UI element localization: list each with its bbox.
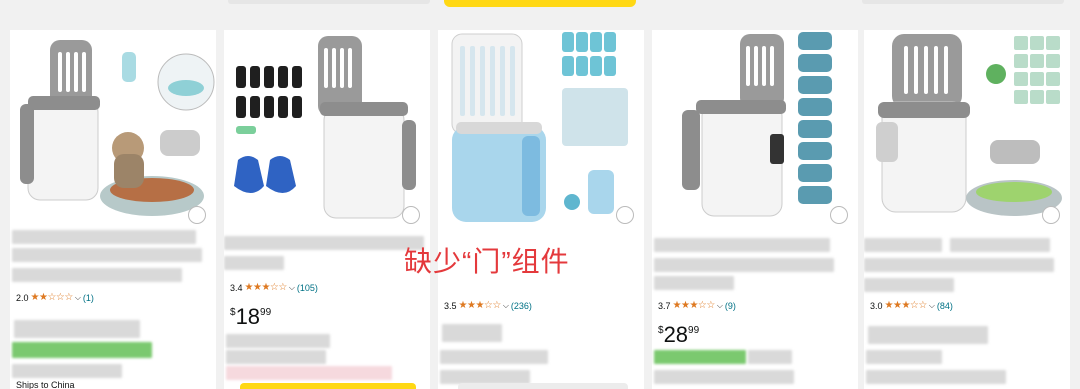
- title-line: [654, 276, 734, 290]
- title-line: [950, 238, 1050, 252]
- star-icons: ★★★☆☆: [458, 300, 502, 311]
- chevron-down-icon[interactable]: ⌵: [503, 301, 509, 311]
- review-count[interactable]: (1): [83, 293, 94, 303]
- ships-to-text: Ships to China: [16, 380, 75, 389]
- rating-row[interactable]: 3.7 ★★★☆☆ ⌵ (9): [658, 300, 736, 311]
- price: $ 18 99: [230, 304, 271, 330]
- scoop-with-bags-illustration: [876, 34, 1062, 216]
- title-line: [654, 238, 830, 252]
- rating-value: 3.0: [870, 300, 883, 311]
- deal-text: [748, 350, 792, 364]
- missing-component-annotation: 缺少“门”组件: [404, 246, 570, 277]
- title-line: [12, 248, 202, 262]
- rating-value: 3.5: [444, 300, 457, 311]
- product-card-3[interactable]: 3.5 ★★★☆☆ ⌵ (236): [438, 30, 644, 389]
- delivery-line: [226, 334, 330, 348]
- top-strip-left: [228, 0, 430, 4]
- review-count[interactable]: (236): [511, 301, 532, 311]
- scoop-with-bag-rolls-illustration: [682, 32, 832, 217]
- add-to-cart-button-top[interactable]: [444, 0, 636, 7]
- star-icons: ★★☆☆☆: [30, 292, 74, 303]
- product-image-4[interactable]: [652, 30, 858, 226]
- review-count[interactable]: (84): [937, 301, 953, 311]
- select-circle[interactable]: [830, 206, 848, 224]
- rating-row[interactable]: 3.5 ★★★☆☆ ⌵ (236): [444, 300, 532, 311]
- select-circle[interactable]: [188, 206, 206, 224]
- rating-value: 3.4: [230, 282, 243, 293]
- product-image-1[interactable]: [10, 30, 216, 226]
- delivery-line: [866, 370, 1006, 384]
- product-card-5[interactable]: 3.0 ★★★☆☆ ⌵ (84): [864, 30, 1070, 389]
- select-circle[interactable]: [616, 206, 634, 224]
- top-strip-right: [862, 0, 1064, 4]
- add-to-cart-button[interactable]: [240, 383, 416, 389]
- scoop-with-gloves-illustration: [234, 36, 416, 219]
- title-line: [864, 238, 942, 252]
- delivery-line: [440, 350, 548, 364]
- coupon-badge: [226, 366, 392, 380]
- delivery-line: [226, 350, 326, 364]
- review-count[interactable]: (105): [297, 283, 318, 293]
- delivery-line: [440, 370, 530, 384]
- title-line: [224, 236, 424, 250]
- rating-row[interactable]: 3.0 ★★★☆☆ ⌵ (84): [870, 300, 953, 311]
- add-to-cart-placeholder: [458, 383, 628, 389]
- price-whole: 28: [663, 322, 689, 347]
- product-image-3[interactable]: [438, 30, 644, 226]
- title-line: [864, 278, 954, 292]
- rating-value: 3.7: [658, 300, 671, 311]
- title-line: [864, 258, 1054, 272]
- rating-row[interactable]: 3.4 ★★★☆☆ ⌵ (105): [230, 282, 318, 293]
- chevron-down-icon[interactable]: ⌵: [289, 283, 295, 293]
- title-line: [12, 268, 182, 282]
- deal-badge: [654, 350, 746, 364]
- product-card-2[interactable]: 3.4 ★★★☆☆ ⌵ (105) $ 18 99: [224, 30, 430, 389]
- price-cents: 99: [688, 325, 700, 336]
- chevron-down-icon[interactable]: ⌵: [929, 301, 935, 311]
- delivery-line: [654, 370, 794, 384]
- star-icons: ★★★☆☆: [244, 282, 288, 293]
- product-image-5[interactable]: [864, 30, 1070, 226]
- review-count[interactable]: (9): [725, 301, 736, 311]
- price-whole: 18: [235, 304, 261, 329]
- star-icons: ★★★☆☆: [672, 300, 716, 311]
- rating-value: 2.0: [16, 292, 29, 303]
- litter-scoop-illustration: [20, 40, 215, 216]
- blue-scoop-holder-illustration: [451, 32, 628, 222]
- price-blurred: [442, 324, 502, 342]
- top-edge: [0, 0, 1080, 16]
- deal-badge: [12, 342, 152, 358]
- select-circle[interactable]: [402, 206, 420, 224]
- product-card-1[interactable]: 2.0 ★★☆☆☆ ⌵ (1) Ships to China: [10, 30, 216, 389]
- price-blurred: [14, 320, 140, 338]
- title-line: [654, 258, 834, 272]
- star-icons: ★★★☆☆: [884, 300, 928, 311]
- chevron-down-icon[interactable]: ⌵: [717, 301, 723, 311]
- product-card-4[interactable]: 3.7 ★★★☆☆ ⌵ (9) $ 28 99: [652, 30, 858, 389]
- price: $ 28 99: [658, 322, 699, 348]
- price-cents: 99: [260, 307, 272, 318]
- price-blurred: [868, 326, 988, 344]
- title-line: [12, 230, 196, 244]
- rating-row[interactable]: 2.0 ★★☆☆☆ ⌵ (1): [16, 292, 94, 303]
- delivery-line: [12, 364, 122, 378]
- delivery-line: [866, 350, 942, 364]
- chevron-down-icon[interactable]: ⌵: [75, 293, 81, 303]
- select-circle[interactable]: [1042, 206, 1060, 224]
- product-image-2[interactable]: [224, 30, 430, 226]
- title-line: [224, 256, 284, 270]
